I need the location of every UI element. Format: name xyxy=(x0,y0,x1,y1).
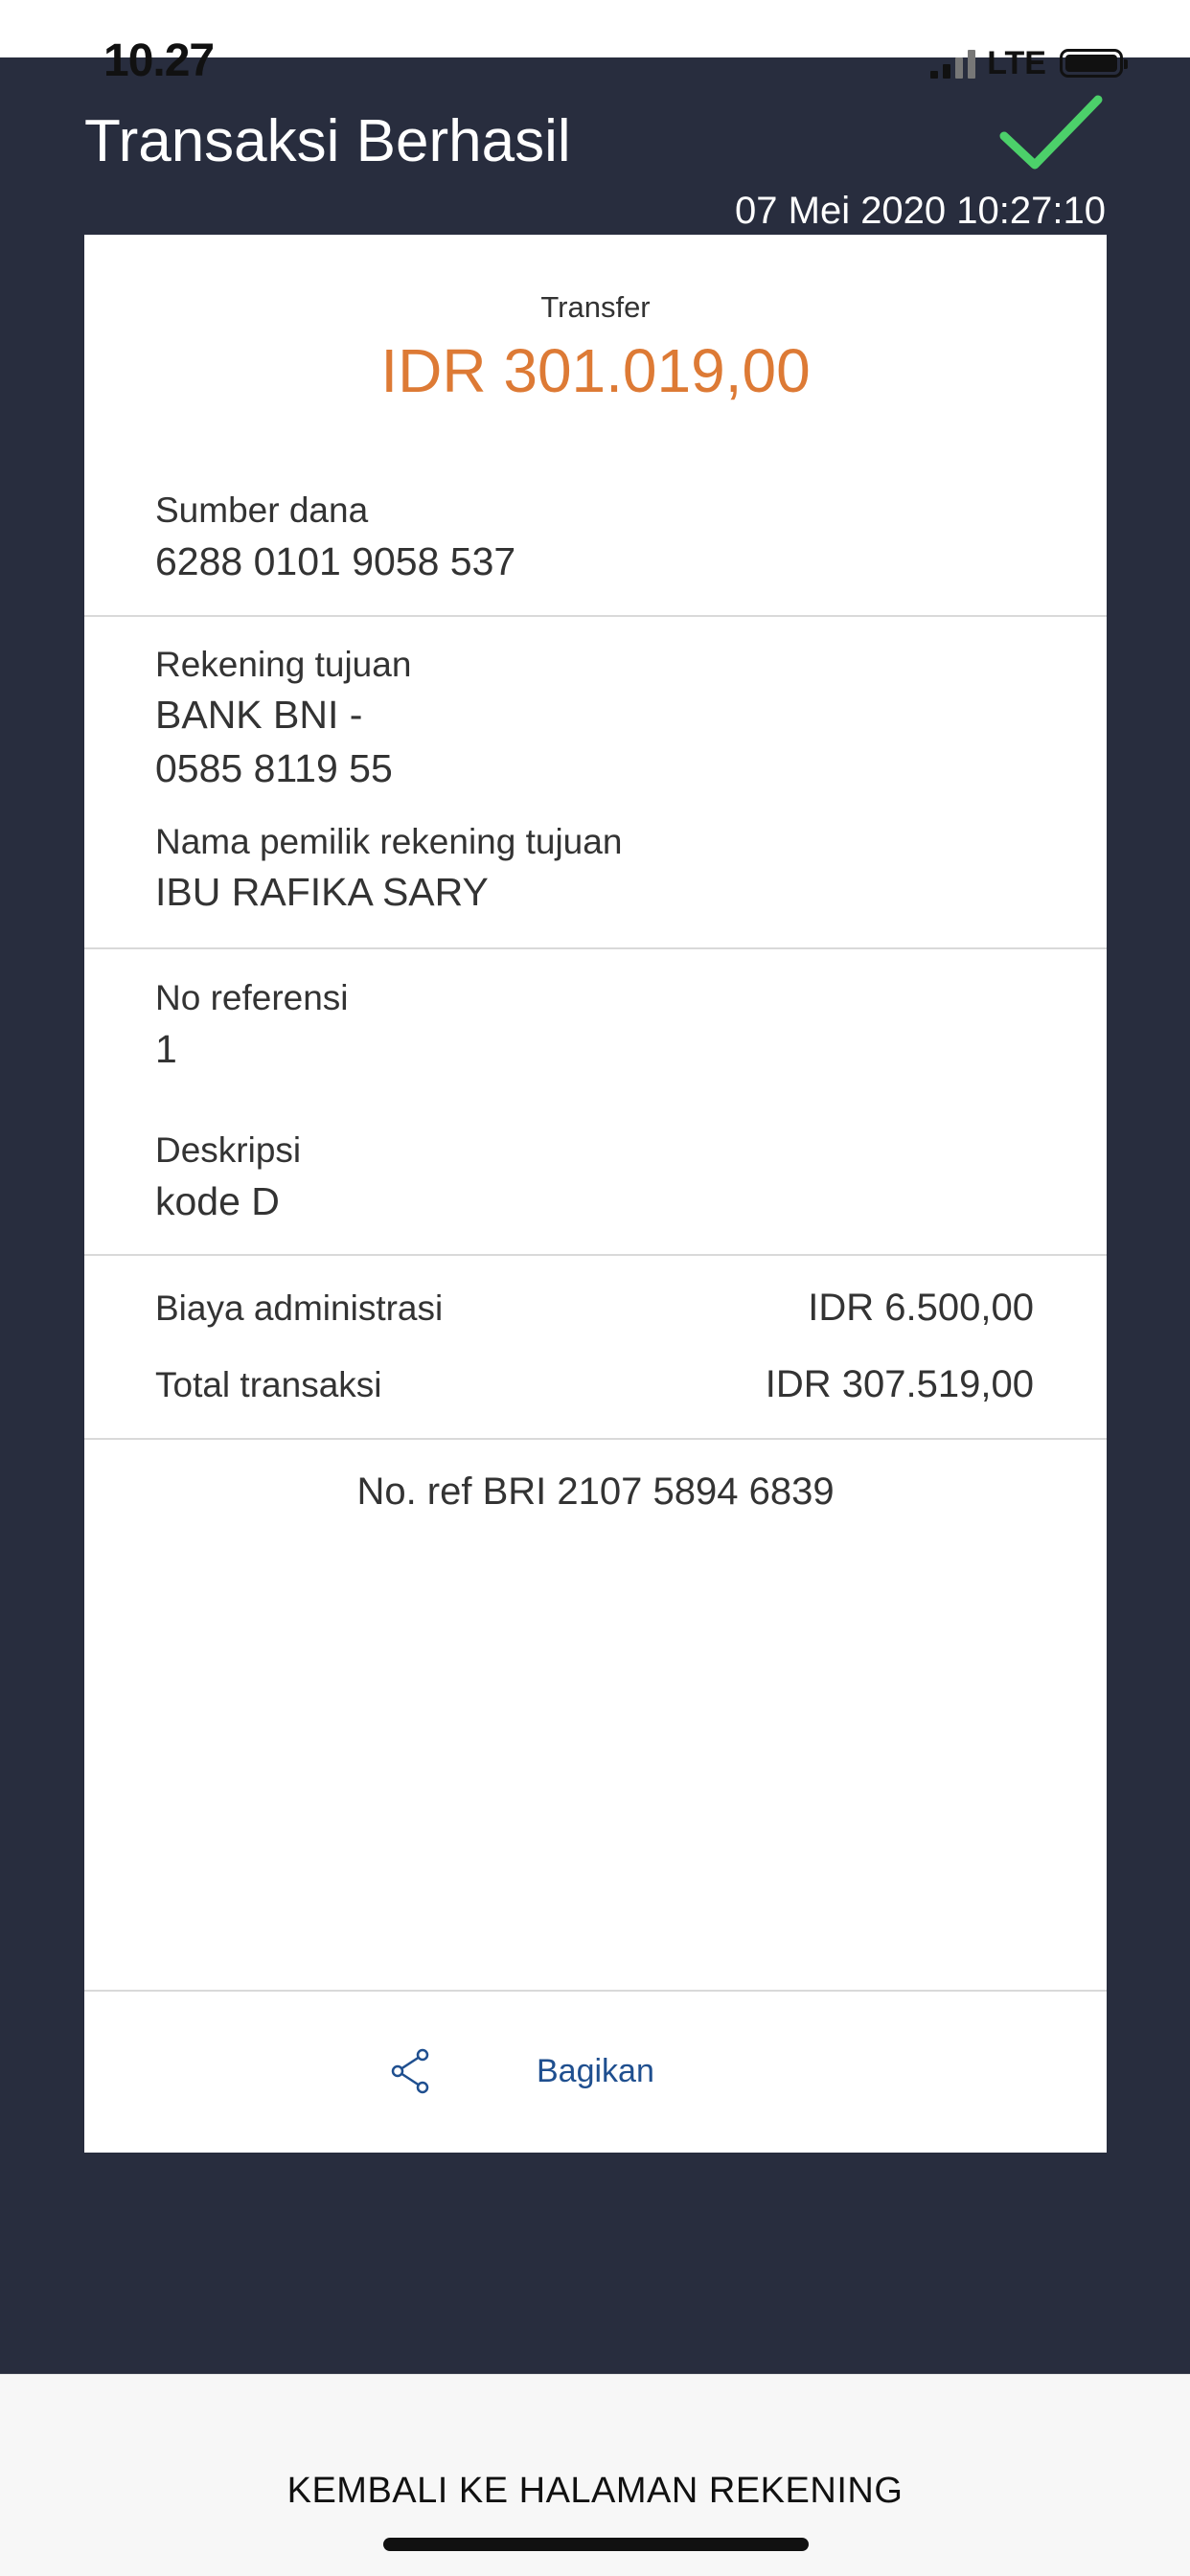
reference-label: No referensi xyxy=(155,978,349,1017)
share-button[interactable]: Bagikan xyxy=(84,2034,1107,2120)
bottom-bar: KEMBALI KE HALAMAN REKENING xyxy=(0,2374,1190,2576)
transaction-datetime: 07 Mei 2020 10:27:10 xyxy=(735,190,1106,232)
total-value: IDR 307.519,00 xyxy=(765,1363,1034,1405)
divider xyxy=(84,1254,1107,1256)
admin-fee-label: Biaya administrasi xyxy=(155,1288,444,1328)
status-bar: 10.27 LTE xyxy=(0,0,1190,86)
reference-value: 1 xyxy=(155,1027,177,1071)
destination-label: Rekening tujuan xyxy=(155,645,412,684)
owner-name: IBU RAFIKA SARY xyxy=(155,870,489,914)
divider xyxy=(84,1438,1107,1440)
status-time: 10.27 xyxy=(103,35,215,86)
share-icon[interactable] xyxy=(388,2047,432,2095)
destination-account: 0585 8119 55 xyxy=(155,746,393,790)
description-value: kode D xyxy=(155,1179,280,1223)
divider xyxy=(84,1990,1107,1992)
receipt-card: Transfer IDR 301.019,00 Sumber dana 6288… xyxy=(84,235,1107,2153)
admin-fee-value: IDR 6.500,00 xyxy=(808,1287,1034,1329)
share-label[interactable]: Bagikan xyxy=(537,2053,654,2090)
transfer-type-label: Transfer xyxy=(540,290,651,324)
signal-icon xyxy=(930,48,976,79)
divider xyxy=(84,947,1107,949)
transfer-amount: IDR 301.019,00 xyxy=(380,336,811,405)
divider xyxy=(84,615,1107,617)
owner-label: Nama pemilik rekening tujuan xyxy=(155,822,623,861)
destination-bank: BANK BNI - xyxy=(155,693,363,737)
battery-icon xyxy=(1060,49,1128,78)
back-to-account-button[interactable]: KEMBALI KE HALAMAN REKENING xyxy=(0,2471,1190,2512)
status-indicators: LTE xyxy=(930,44,1128,82)
total-label: Total transaksi xyxy=(155,1365,382,1404)
source-label: Sumber dana xyxy=(155,490,369,530)
home-indicator[interactable] xyxy=(383,2538,809,2551)
page-title: Transaksi Berhasil xyxy=(84,108,571,174)
bri-reference: No. ref BRI 2107 5894 6839 xyxy=(356,1470,835,1513)
description-label: Deskripsi xyxy=(155,1130,302,1170)
network-label: LTE xyxy=(987,44,1046,81)
source-account: 6288 0101 9058 537 xyxy=(155,539,516,583)
checkmark-icon xyxy=(999,95,1103,170)
